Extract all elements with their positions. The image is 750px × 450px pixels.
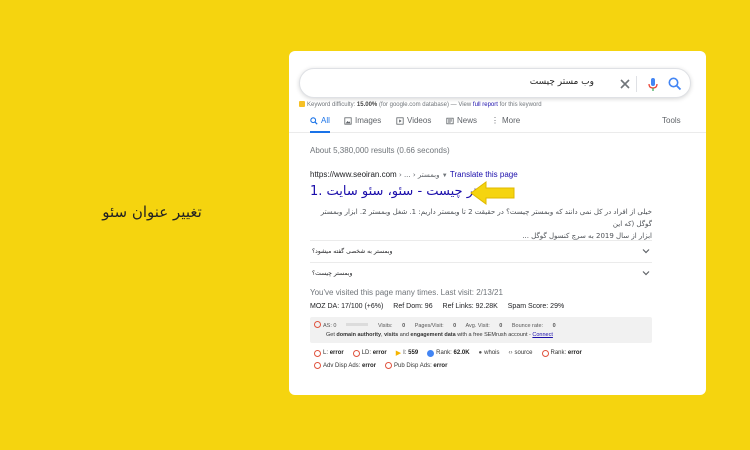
tab-images[interactable]: Images xyxy=(344,116,381,125)
result-crumb: › ... › وبمستر xyxy=(398,171,440,179)
source-link[interactable]: ‹› source xyxy=(509,350,533,356)
search-bar[interactable]: وب مستر چیست xyxy=(299,68,691,98)
tab-videos[interactable]: Videos xyxy=(396,116,431,125)
result-breadcrumb: https://www.seoiran.com › ... › وبمستر ▼… xyxy=(310,170,518,179)
clear-icon[interactable] xyxy=(616,75,634,93)
video-icon xyxy=(396,116,404,125)
semrush-panel: AS: 0 Visits: 0 Pages/Visit: 0 Avg. Visi… xyxy=(310,317,652,343)
connect-link[interactable]: Connect xyxy=(532,332,553,338)
search-icon xyxy=(310,116,318,125)
person-icon: ● xyxy=(478,350,483,356)
moz-bar: MOZ DA: 17/100 (+6%) Ref Dom: 96 Ref Lin… xyxy=(310,303,572,310)
status-ring-icon xyxy=(314,362,321,369)
tab-news[interactable]: News xyxy=(446,116,477,125)
mic-icon[interactable] xyxy=(644,75,662,93)
seoquake-row: L: error LD: error ▶ I: 559 Rank: 62.0K ●… xyxy=(314,349,582,357)
tab-more[interactable]: ⋮ More xyxy=(491,116,520,125)
more-vert-icon: ⋮ xyxy=(491,115,499,125)
active-tab-indicator xyxy=(310,131,330,133)
keyword-difficulty-value: 15.00% xyxy=(356,102,378,108)
status-ring-icon xyxy=(314,349,321,357)
search-tabs: All Images Videos News ⋮ More Tools xyxy=(289,109,706,133)
status-ring-icon xyxy=(541,349,549,357)
semrush-icon xyxy=(299,101,305,107)
side-caption: تغییر عنوان سئو xyxy=(102,203,202,221)
search-results-card: وب مستر چیست Keyword difficulty: 15.00% … xyxy=(289,51,706,395)
moz-ref-dom: Ref Dom: 96 xyxy=(393,303,433,310)
result-count: About 5,380,000 results (0.66 seconds) xyxy=(310,146,450,155)
status-ring-icon xyxy=(385,362,393,369)
arrow-pointer-icon xyxy=(470,181,515,205)
image-icon xyxy=(344,116,352,125)
search-icon[interactable] xyxy=(666,75,684,93)
moz-spam-score: Spam Score: 29% xyxy=(507,303,565,310)
keyword-difficulty-line: Keyword difficulty: 15.00% (for google.c… xyxy=(299,101,542,108)
tools-button[interactable]: Tools xyxy=(662,116,681,125)
search-query[interactable]: وب مستر چیست xyxy=(530,77,594,87)
news-icon xyxy=(446,117,454,124)
moz-ref-links: Ref Links: 92.28K xyxy=(442,303,498,310)
status-ring-icon xyxy=(314,321,321,328)
seoquake-row: Adv Disp Ads: error Pub Disp Ads: error xyxy=(314,362,447,369)
status-ring-icon xyxy=(352,349,360,357)
tab-all[interactable]: All xyxy=(310,116,330,125)
code-icon: ‹› xyxy=(508,350,513,356)
whois-link[interactable]: ● whois xyxy=(479,350,500,356)
caret-down-icon[interactable]: ▼ xyxy=(442,173,448,179)
chevron-down-icon xyxy=(642,271,650,276)
globe-icon xyxy=(427,349,435,357)
bing-icon: ▶ xyxy=(395,350,402,357)
result-snippet: خیلی از افراد در کل نمی دانند که وبمستر … xyxy=(320,208,652,240)
question-item[interactable]: وبمستر به شخصی گفته میشود؟ xyxy=(310,240,652,262)
translate-link[interactable]: Translate this page xyxy=(450,170,518,179)
chevron-down-icon xyxy=(642,249,650,254)
moz-da: MOZ DA: 17/100 (+6%) xyxy=(310,303,384,310)
full-report-link[interactable]: full report xyxy=(473,102,498,108)
visited-note: You've visited this page many times. Las… xyxy=(310,288,503,297)
question-item[interactable]: وبمستر چیست؟ xyxy=(310,262,652,284)
result-url[interactable]: https://www.seoiran.com xyxy=(310,170,397,179)
